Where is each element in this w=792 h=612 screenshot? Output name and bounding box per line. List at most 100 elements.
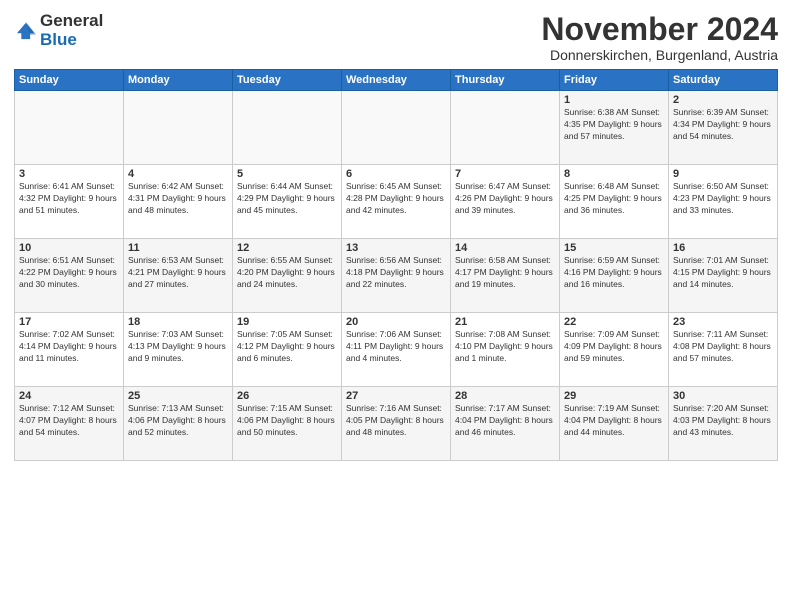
- calendar-week-1: 3Sunrise: 6:41 AM Sunset: 4:32 PM Daylig…: [15, 165, 778, 239]
- calendar-cell: 29Sunrise: 7:19 AM Sunset: 4:04 PM Dayli…: [560, 387, 669, 461]
- day-info: Sunrise: 6:59 AM Sunset: 4:16 PM Dayligh…: [564, 255, 664, 291]
- day-number: 29: [564, 390, 664, 402]
- calendar-cell: 22Sunrise: 7:09 AM Sunset: 4:09 PM Dayli…: [560, 313, 669, 387]
- day-info: Sunrise: 7:01 AM Sunset: 4:15 PM Dayligh…: [673, 255, 773, 291]
- col-sunday: Sunday: [15, 70, 124, 91]
- calendar-cell: 16Sunrise: 7:01 AM Sunset: 4:15 PM Dayli…: [669, 239, 778, 313]
- day-info: Sunrise: 7:11 AM Sunset: 4:08 PM Dayligh…: [673, 329, 773, 365]
- calendar-week-3: 17Sunrise: 7:02 AM Sunset: 4:14 PM Dayli…: [15, 313, 778, 387]
- calendar-cell: 27Sunrise: 7:16 AM Sunset: 4:05 PM Dayli…: [342, 387, 451, 461]
- calendar-cell: 18Sunrise: 7:03 AM Sunset: 4:13 PM Dayli…: [124, 313, 233, 387]
- header: General Blue November 2024 Donnerskirche…: [14, 12, 778, 63]
- calendar-cell: 19Sunrise: 7:05 AM Sunset: 4:12 PM Dayli…: [233, 313, 342, 387]
- day-info: Sunrise: 7:20 AM Sunset: 4:03 PM Dayligh…: [673, 403, 773, 439]
- calendar-cell: 1Sunrise: 6:38 AM Sunset: 4:35 PM Daylig…: [560, 91, 669, 165]
- month-title: November 2024: [541, 12, 778, 47]
- day-number: 19: [237, 316, 337, 328]
- calendar-cell: 5Sunrise: 6:44 AM Sunset: 4:29 PM Daylig…: [233, 165, 342, 239]
- day-number: 1: [564, 94, 664, 106]
- day-info: Sunrise: 6:55 AM Sunset: 4:20 PM Dayligh…: [237, 255, 337, 291]
- calendar-cell: 25Sunrise: 7:13 AM Sunset: 4:06 PM Dayli…: [124, 387, 233, 461]
- day-number: 7: [455, 168, 555, 180]
- calendar-cell: 13Sunrise: 6:56 AM Sunset: 4:18 PM Dayli…: [342, 239, 451, 313]
- day-info: Sunrise: 7:05 AM Sunset: 4:12 PM Dayligh…: [237, 329, 337, 365]
- day-number: 21: [455, 316, 555, 328]
- day-number: 15: [564, 242, 664, 254]
- calendar-cell: 23Sunrise: 7:11 AM Sunset: 4:08 PM Dayli…: [669, 313, 778, 387]
- day-number: 12: [237, 242, 337, 254]
- calendar-cell: 21Sunrise: 7:08 AM Sunset: 4:10 PM Dayli…: [451, 313, 560, 387]
- logo-icon: [14, 20, 36, 42]
- calendar-week-0: 1Sunrise: 6:38 AM Sunset: 4:35 PM Daylig…: [15, 91, 778, 165]
- calendar-cell: 4Sunrise: 6:42 AM Sunset: 4:31 PM Daylig…: [124, 165, 233, 239]
- calendar-week-4: 24Sunrise: 7:12 AM Sunset: 4:07 PM Dayli…: [15, 387, 778, 461]
- day-info: Sunrise: 7:03 AM Sunset: 4:13 PM Dayligh…: [128, 329, 228, 365]
- col-thursday: Thursday: [451, 70, 560, 91]
- calendar-cell: 3Sunrise: 6:41 AM Sunset: 4:32 PM Daylig…: [15, 165, 124, 239]
- day-info: Sunrise: 6:48 AM Sunset: 4:25 PM Dayligh…: [564, 181, 664, 217]
- day-info: Sunrise: 6:50 AM Sunset: 4:23 PM Dayligh…: [673, 181, 773, 217]
- calendar-cell: [342, 91, 451, 165]
- col-saturday: Saturday: [669, 70, 778, 91]
- logo-general: General: [40, 11, 103, 30]
- calendar-cell: [124, 91, 233, 165]
- day-info: Sunrise: 7:16 AM Sunset: 4:05 PM Dayligh…: [346, 403, 446, 439]
- col-friday: Friday: [560, 70, 669, 91]
- calendar-cell: 6Sunrise: 6:45 AM Sunset: 4:28 PM Daylig…: [342, 165, 451, 239]
- day-info: Sunrise: 6:42 AM Sunset: 4:31 PM Dayligh…: [128, 181, 228, 217]
- day-number: 10: [19, 242, 119, 254]
- day-number: 28: [455, 390, 555, 402]
- calendar-cell: 24Sunrise: 7:12 AM Sunset: 4:07 PM Dayli…: [15, 387, 124, 461]
- calendar-cell: 2Sunrise: 6:39 AM Sunset: 4:34 PM Daylig…: [669, 91, 778, 165]
- day-number: 17: [19, 316, 119, 328]
- calendar-cell: 7Sunrise: 6:47 AM Sunset: 4:26 PM Daylig…: [451, 165, 560, 239]
- day-info: Sunrise: 6:45 AM Sunset: 4:28 PM Dayligh…: [346, 181, 446, 217]
- day-number: 20: [346, 316, 446, 328]
- day-info: Sunrise: 6:53 AM Sunset: 4:21 PM Dayligh…: [128, 255, 228, 291]
- header-row: Sunday Monday Tuesday Wednesday Thursday…: [15, 70, 778, 91]
- day-number: 23: [673, 316, 773, 328]
- calendar-cell: 9Sunrise: 6:50 AM Sunset: 4:23 PM Daylig…: [669, 165, 778, 239]
- day-info: Sunrise: 7:02 AM Sunset: 4:14 PM Dayligh…: [19, 329, 119, 365]
- day-number: 8: [564, 168, 664, 180]
- day-number: 26: [237, 390, 337, 402]
- logo-text: General Blue: [40, 12, 103, 49]
- calendar-cell: 28Sunrise: 7:17 AM Sunset: 4:04 PM Dayli…: [451, 387, 560, 461]
- calendar-cell: 10Sunrise: 6:51 AM Sunset: 4:22 PM Dayli…: [15, 239, 124, 313]
- calendar-cell: 15Sunrise: 6:59 AM Sunset: 4:16 PM Dayli…: [560, 239, 669, 313]
- day-info: Sunrise: 7:12 AM Sunset: 4:07 PM Dayligh…: [19, 403, 119, 439]
- day-number: 14: [455, 242, 555, 254]
- calendar-cell: 30Sunrise: 7:20 AM Sunset: 4:03 PM Dayli…: [669, 387, 778, 461]
- calendar-cell: [15, 91, 124, 165]
- day-info: Sunrise: 7:15 AM Sunset: 4:06 PM Dayligh…: [237, 403, 337, 439]
- location-subtitle: Donnerskirchen, Burgenland, Austria: [541, 47, 778, 63]
- day-number: 16: [673, 242, 773, 254]
- day-number: 5: [237, 168, 337, 180]
- day-info: Sunrise: 6:58 AM Sunset: 4:17 PM Dayligh…: [455, 255, 555, 291]
- day-info: Sunrise: 6:41 AM Sunset: 4:32 PM Dayligh…: [19, 181, 119, 217]
- day-number: 6: [346, 168, 446, 180]
- day-info: Sunrise: 7:09 AM Sunset: 4:09 PM Dayligh…: [564, 329, 664, 365]
- calendar-week-2: 10Sunrise: 6:51 AM Sunset: 4:22 PM Dayli…: [15, 239, 778, 313]
- day-number: 11: [128, 242, 228, 254]
- logo-blue: Blue: [40, 30, 77, 49]
- day-info: Sunrise: 6:47 AM Sunset: 4:26 PM Dayligh…: [455, 181, 555, 217]
- calendar-cell: 14Sunrise: 6:58 AM Sunset: 4:17 PM Dayli…: [451, 239, 560, 313]
- day-number: 24: [19, 390, 119, 402]
- page: General Blue November 2024 Donnerskirche…: [0, 0, 792, 612]
- day-info: Sunrise: 6:44 AM Sunset: 4:29 PM Dayligh…: [237, 181, 337, 217]
- calendar-cell: 26Sunrise: 7:15 AM Sunset: 4:06 PM Dayli…: [233, 387, 342, 461]
- day-info: Sunrise: 7:13 AM Sunset: 4:06 PM Dayligh…: [128, 403, 228, 439]
- col-tuesday: Tuesday: [233, 70, 342, 91]
- day-number: 27: [346, 390, 446, 402]
- calendar-cell: [451, 91, 560, 165]
- calendar-table: Sunday Monday Tuesday Wednesday Thursday…: [14, 69, 778, 461]
- day-info: Sunrise: 6:51 AM Sunset: 4:22 PM Dayligh…: [19, 255, 119, 291]
- calendar-cell: 20Sunrise: 7:06 AM Sunset: 4:11 PM Dayli…: [342, 313, 451, 387]
- day-info: Sunrise: 7:17 AM Sunset: 4:04 PM Dayligh…: [455, 403, 555, 439]
- calendar-cell: 11Sunrise: 6:53 AM Sunset: 4:21 PM Dayli…: [124, 239, 233, 313]
- day-number: 4: [128, 168, 228, 180]
- day-info: Sunrise: 6:56 AM Sunset: 4:18 PM Dayligh…: [346, 255, 446, 291]
- day-number: 18: [128, 316, 228, 328]
- day-number: 22: [564, 316, 664, 328]
